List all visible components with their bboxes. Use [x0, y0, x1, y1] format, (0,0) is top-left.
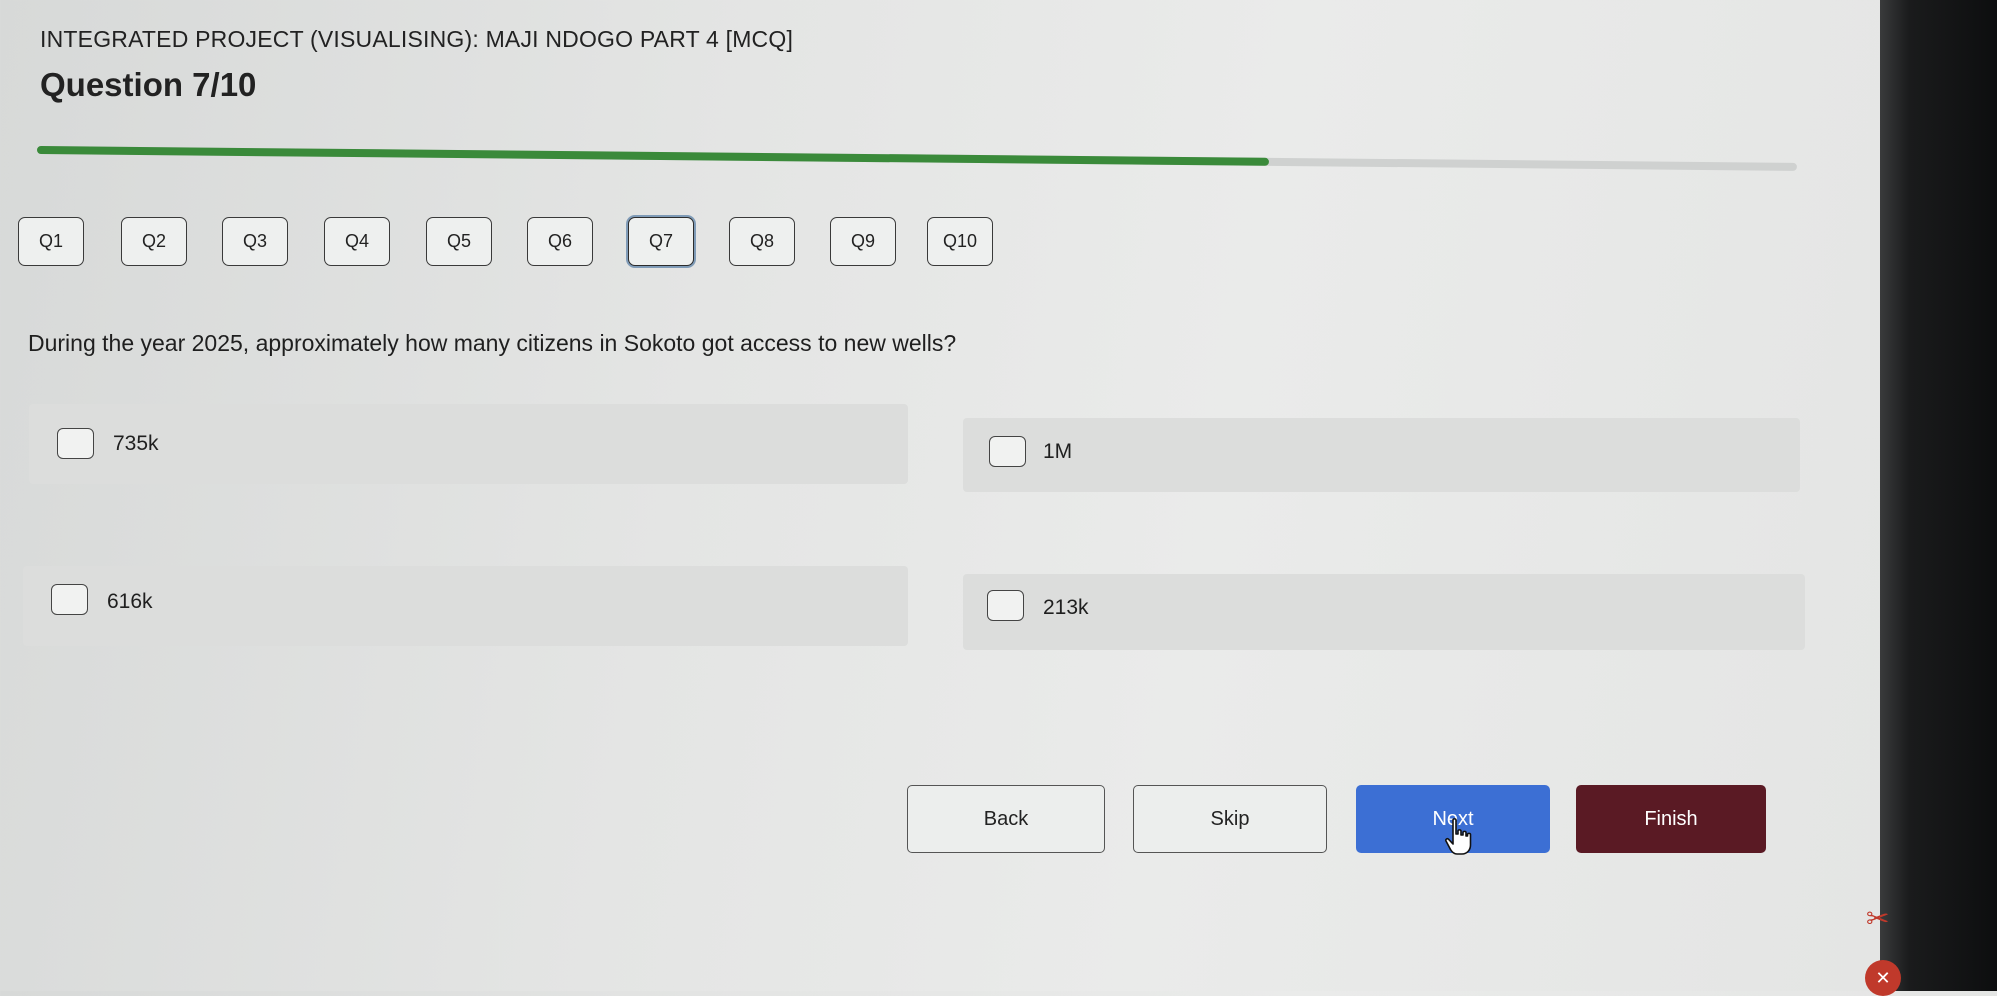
- progress-bar: [36, 146, 1797, 171]
- answer-checkbox[interactable]: [51, 584, 88, 615]
- back-button[interactable]: Back: [907, 785, 1105, 853]
- question-nav-q7[interactable]: Q7: [628, 217, 694, 266]
- page-title: INTEGRATED PROJECT (VISUALISING): MAJI N…: [40, 26, 794, 52]
- scissors-icon[interactable]: ✂: [1866, 902, 1889, 935]
- question-nav-q6[interactable]: Q6: [527, 217, 593, 266]
- progress-bar-fill: [36, 146, 1269, 166]
- answer-label: 213k: [1043, 596, 1089, 619]
- question-heading: Question 7/10: [40, 66, 257, 103]
- answer-option-3[interactable]: 616k: [23, 566, 908, 646]
- answer-option-4[interactable]: 213k: [963, 574, 1805, 650]
- finish-button[interactable]: Finish: [1576, 785, 1766, 853]
- answer-label: 735k: [113, 432, 159, 455]
- answer-checkbox[interactable]: [989, 436, 1026, 467]
- question-nav-q9[interactable]: Q9: [830, 217, 896, 266]
- question-nav-q2[interactable]: Q2: [121, 217, 187, 266]
- skip-button[interactable]: Skip: [1133, 785, 1327, 853]
- quiz-screen: INTEGRATED PROJECT (VISUALISING): MAJI N…: [0, 0, 1880, 991]
- answer-label: 1M: [1043, 440, 1073, 463]
- answer-checkbox[interactable]: [987, 590, 1024, 621]
- question-nav-q4[interactable]: Q4: [324, 217, 390, 266]
- answer-option-1[interactable]: 735k: [29, 404, 908, 484]
- answer-option-2[interactable]: 1M: [963, 418, 1800, 492]
- monitor-bezel: [1880, 0, 1997, 991]
- question-nav-q3[interactable]: Q3: [222, 217, 288, 266]
- answer-label: 616k: [107, 590, 153, 613]
- hand-pointer-icon: [1445, 818, 1472, 855]
- question-nav-q8[interactable]: Q8: [729, 217, 795, 266]
- question-text: During the year 2025, approximately how …: [28, 330, 957, 356]
- answer-checkbox[interactable]: [57, 428, 94, 459]
- question-nav-q1[interactable]: Q1: [18, 217, 84, 266]
- question-nav-q5[interactable]: Q5: [426, 217, 492, 266]
- question-nav-q10[interactable]: Q10: [927, 217, 993, 266]
